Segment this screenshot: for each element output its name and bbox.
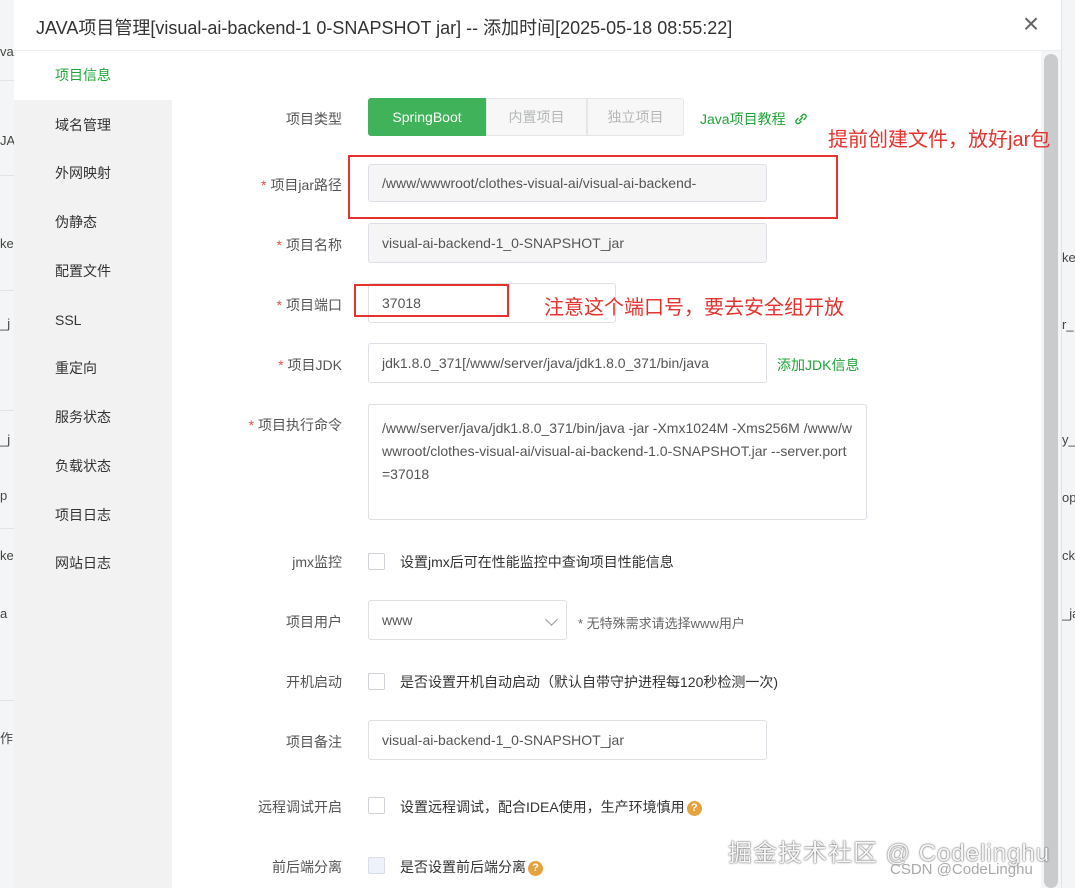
user-hint: * 无特殊需求请选择www用户 [578,616,745,631]
bg-text: y_ [1062,432,1075,447]
bg-text: ke [1062,250,1075,265]
annotation-port-note: 注意这个端口号，要去安全组开放 [544,297,844,319]
jar-path-label: * 项目jar路径 [260,177,342,193]
bg-text: va [0,44,14,59]
modal-header: JAVA项目管理[visual-ai-backend-1 0-SNAPSHOT … [14,0,1061,51]
sidebar-item-load-status[interactable]: 负载状态 [14,442,172,491]
jmx-text: 设置jmx后可在性能监控中查询项目性能信息 [400,554,674,570]
remote-debug-checkbox[interactable] [368,797,385,814]
jdk-label: * 项目JDK [278,357,342,373]
option-standalone-project[interactable]: 独立项目 [587,98,684,136]
bg-text: _ja [1062,606,1075,621]
watermark-sub: CSDN @CodeLinghu [890,861,1033,878]
split-text: 是否设置前后端分离? [400,857,543,877]
project-name-input[interactable]: visual-ai-backend-1_0-SNAPSHOT_jar [368,223,767,263]
user-label: 项目用户 [286,614,342,630]
help-icon[interactable]: ? [528,861,543,876]
bg-text: op [1062,490,1075,505]
jdk-select[interactable]: jdk1.8.0_371[/www/server/java/jdk1.8.0_3… [368,343,767,383]
command-textarea[interactable]: /www/server/java/jdk1.8.0_371/bin/java -… [368,404,867,520]
bg-text: JA [0,133,14,148]
remark-label: 项目备注 [286,734,342,750]
add-jdk-link[interactable]: 添加JDK信息 [777,355,859,375]
remote-debug-label: 远程调试开启 [258,799,342,815]
sidebar-item-project-log[interactable]: 项目日志 [14,491,172,540]
bg-text: cke [1062,548,1075,563]
bg-text: 作 [0,731,14,746]
background-page-left: va JA ke _j _j p ke a 作 [0,0,15,888]
bg-text: a [0,606,8,621]
autostart-checkbox[interactable] [368,673,385,690]
background-page-right: ke r_ y_ op cke _ja [1061,0,1075,888]
option-springboot[interactable]: SpringBoot [368,98,486,136]
java-tutorial-link[interactable]: Java项目教程 [700,109,809,129]
bg-text: p [0,488,8,503]
close-icon[interactable]: × [1018,10,1044,38]
java-project-modal: JAVA项目管理[visual-ai-backend-1 0-SNAPSHOT … [14,0,1061,888]
autostart-label: 开机启动 [286,674,342,690]
jmx-label: jmx监控 [292,554,342,570]
user-select[interactable]: www [368,600,567,640]
project-type-label: 项目类型 [286,111,342,127]
remote-debug-text: 设置远程调试，配合IDEA使用，生产环境慎用? [400,797,702,817]
remark-input[interactable]: visual-ai-backend-1_0-SNAPSHOT_jar [368,720,767,760]
modal-title: JAVA项目管理[visual-ai-backend-1 0-SNAPSHOT … [36,18,733,38]
split-label: 前后端分离 [272,859,342,875]
user-select-value: www [382,612,413,628]
bg-text: ke [0,548,14,563]
annotation-box-jar-path [348,155,838,219]
port-label: * 项目端口 [276,297,342,313]
scrollbar-thumb[interactable] [1044,54,1058,888]
link-icon [795,113,808,125]
command-label: * 项目执行命令 [248,417,342,433]
option-builtin-project[interactable]: 内置项目 [486,98,587,136]
project-name-label: * 项目名称 [276,237,342,253]
autostart-text: 是否设置开机自动启动（默认自带守护进程每120秒检测一次) [400,674,779,690]
chevron-down-icon [545,613,558,626]
bg-text: _j [0,432,11,447]
bg-text: r_ [1062,317,1074,332]
split-checkbox[interactable] [368,857,385,874]
annotation-jar-note: 提前创建文件，放好jar包 [828,129,1051,151]
annotation-box-port [354,284,509,317]
bg-text: ke [0,236,14,251]
bg-text: _j [0,316,11,331]
project-type-selector: SpringBoot 内置项目 独立项目 [368,98,684,136]
sidebar-item-project-info[interactable]: 项目信息 [14,51,172,100]
help-icon[interactable]: ? [686,801,702,816]
jmx-checkbox[interactable] [368,553,385,570]
